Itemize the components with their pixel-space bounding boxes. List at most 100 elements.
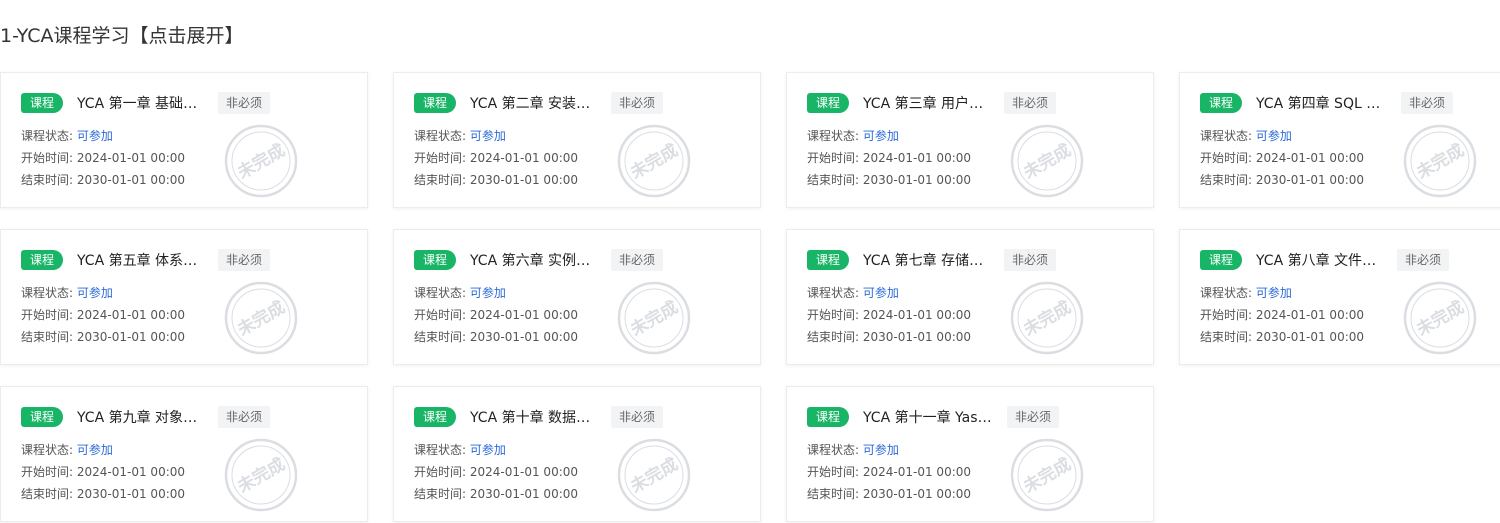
course-status-label: 课程状态: bbox=[807, 443, 860, 457]
course-end-row: 结束时间: 2030-01-01 00:00 bbox=[807, 329, 971, 345]
course-status-row: 课程状态: 可参加 bbox=[21, 128, 113, 144]
course-start-label: 开始时间: bbox=[414, 308, 467, 322]
course-start-row: 开始时间: 2024-01-01 00:00 bbox=[1200, 307, 1364, 323]
course-card-1[interactable]: 课程 YCA 第一章 基础介绍 非必须 课程状态: 可参加 开始时间: 2024… bbox=[0, 72, 368, 208]
incomplete-stamp-icon: 未完成 bbox=[1010, 438, 1084, 512]
course-title[interactable]: YCA 第九章 对象管理 bbox=[77, 407, 208, 427]
course-end-label: 结束时间: bbox=[807, 173, 860, 187]
optional-tag: 非必须 bbox=[1007, 406, 1060, 428]
course-title[interactable]: YCA 第二章 安装部署 bbox=[470, 93, 601, 113]
stamp-text: 未完成 bbox=[626, 140, 682, 184]
stamp-text: 未完成 bbox=[1019, 297, 1075, 341]
course-start-value: 2024-01-01 00:00 bbox=[862, 308, 972, 322]
course-status-row: 课程状态: 可参加 bbox=[1200, 128, 1292, 144]
course-card-2[interactable]: 课程 YCA 第二章 安装部署 非必须 课程状态: 可参加 开始时间: 2024… bbox=[393, 72, 761, 208]
optional-tag: 非必须 bbox=[218, 406, 271, 428]
course-status-value: 可参加 bbox=[469, 129, 506, 143]
course-end-label: 结束时间: bbox=[21, 487, 74, 501]
optional-tag: 非必须 bbox=[218, 92, 271, 114]
stamp-text: 未完成 bbox=[1412, 297, 1468, 341]
course-end-row: 结束时间: 2030-01-01 00:00 bbox=[414, 486, 578, 502]
course-status-row: 课程状态: 可参加 bbox=[807, 442, 899, 458]
course-start-row: 开始时间: 2024-01-01 00:00 bbox=[807, 307, 971, 323]
course-status-label: 课程状态: bbox=[21, 129, 74, 143]
stamp-text: 未完成 bbox=[1019, 140, 1075, 184]
course-card-header: 课程 YCA 第二章 安装部署 非必须 bbox=[414, 92, 664, 114]
course-end-value: 2030-01-01 00:00 bbox=[862, 330, 972, 344]
course-end-value: 2030-01-01 00:00 bbox=[76, 173, 186, 187]
course-start-label: 开始时间: bbox=[21, 151, 74, 165]
course-status-label: 课程状态: bbox=[414, 443, 467, 457]
course-card-3[interactable]: 课程 YCA 第三章 用户管理 非必须 课程状态: 可参加 开始时间: 2024… bbox=[786, 72, 1154, 208]
course-start-row: 开始时间: 2024-01-01 00:00 bbox=[414, 307, 578, 323]
course-status-value: 可参加 bbox=[862, 286, 899, 300]
course-title[interactable]: YCA 第六章 实例管理 bbox=[470, 250, 601, 270]
course-type-tag: 课程 bbox=[1200, 250, 1243, 270]
course-end-row: 结束时间: 2030-01-01 00:00 bbox=[21, 329, 185, 345]
course-card-10[interactable]: 课程 YCA 第十章 数据字… 非必须 课程状态: 可参加 开始时间: 2024… bbox=[393, 386, 761, 522]
course-end-row: 结束时间: 2030-01-01 00:00 bbox=[807, 172, 971, 188]
course-status-label: 课程状态: bbox=[21, 286, 74, 300]
course-start-value: 2024-01-01 00:00 bbox=[469, 308, 579, 322]
incomplete-stamp-icon: 未完成 bbox=[1010, 124, 1084, 198]
course-start-value: 2024-01-01 00:00 bbox=[76, 151, 186, 165]
course-type-tag: 课程 bbox=[414, 407, 457, 427]
stamp-text: 未完成 bbox=[233, 140, 289, 184]
course-title[interactable]: YCA 第四章 SQL 语… bbox=[1256, 93, 1391, 113]
course-title[interactable]: YCA 第三章 用户管理 bbox=[863, 93, 994, 113]
course-type-tag: 课程 bbox=[21, 250, 64, 270]
stamp-text: 未完成 bbox=[626, 454, 682, 498]
incomplete-stamp-icon: 未完成 bbox=[617, 281, 691, 355]
course-start-value: 2024-01-01 00:00 bbox=[862, 151, 972, 165]
stamp-text: 未完成 bbox=[233, 297, 289, 341]
course-card-11[interactable]: 课程 YCA 第十一章 Yash… 非必须 课程状态: 可参加 开始时间: 20… bbox=[786, 386, 1154, 522]
course-end-row: 结束时间: 2030-01-01 00:00 bbox=[21, 172, 185, 188]
course-end-label: 结束时间: bbox=[21, 330, 74, 344]
course-status-label: 课程状态: bbox=[21, 443, 74, 457]
section-title-expand-toggle[interactable]: 1-YCA课程学习【点击展开】 bbox=[0, 24, 244, 48]
course-card-7[interactable]: 课程 YCA 第七章 存储管理 非必须 课程状态: 可参加 开始时间: 2024… bbox=[786, 229, 1154, 365]
optional-tag: 非必须 bbox=[611, 249, 664, 271]
course-start-label: 开始时间: bbox=[807, 465, 860, 479]
course-card-5[interactable]: 课程 YCA 第五章 体系结构 非必须 课程状态: 可参加 开始时间: 2024… bbox=[0, 229, 368, 365]
course-title[interactable]: YCA 第一章 基础介绍 bbox=[77, 93, 208, 113]
course-title[interactable]: YCA 第八章 文件管理 bbox=[1256, 250, 1387, 270]
optional-tag: 非必须 bbox=[218, 249, 271, 271]
course-end-label: 结束时间: bbox=[807, 487, 860, 501]
course-end-value: 2030-01-01 00:00 bbox=[862, 173, 972, 187]
course-card-header: 课程 YCA 第十章 数据字… 非必须 bbox=[414, 406, 664, 428]
course-card-8[interactable]: 课程 YCA 第八章 文件管理 非必须 课程状态: 可参加 开始时间: 2024… bbox=[1179, 229, 1500, 365]
optional-tag: 非必须 bbox=[1004, 92, 1057, 114]
course-card-header: 课程 YCA 第五章 体系结构 非必须 bbox=[21, 249, 271, 271]
course-title[interactable]: YCA 第七章 存储管理 bbox=[863, 250, 994, 270]
course-status-row: 课程状态: 可参加 bbox=[414, 285, 506, 301]
course-status-label: 课程状态: bbox=[414, 286, 467, 300]
course-start-value: 2024-01-01 00:00 bbox=[469, 465, 579, 479]
course-status-label: 课程状态: bbox=[1200, 129, 1253, 143]
incomplete-stamp-icon: 未完成 bbox=[617, 124, 691, 198]
course-start-label: 开始时间: bbox=[807, 308, 860, 322]
course-title[interactable]: YCA 第十章 数据字… bbox=[470, 407, 601, 427]
course-start-row: 开始时间: 2024-01-01 00:00 bbox=[807, 150, 971, 166]
course-start-label: 开始时间: bbox=[21, 308, 74, 322]
course-card-4[interactable]: 课程 YCA 第四章 SQL 语… 非必须 课程状态: 可参加 开始时间: 20… bbox=[1179, 72, 1500, 208]
course-status-value: 可参加 bbox=[1255, 286, 1292, 300]
course-status-row: 课程状态: 可参加 bbox=[414, 128, 506, 144]
course-start-row: 开始时间: 2024-01-01 00:00 bbox=[807, 464, 971, 480]
course-end-value: 2030-01-01 00:00 bbox=[76, 487, 186, 501]
course-start-label: 开始时间: bbox=[1200, 308, 1253, 322]
optional-tag: 非必须 bbox=[611, 92, 664, 114]
course-end-value: 2030-01-01 00:00 bbox=[862, 487, 972, 501]
optional-tag: 非必须 bbox=[1004, 249, 1057, 271]
course-start-label: 开始时间: bbox=[1200, 151, 1253, 165]
course-title[interactable]: YCA 第五章 体系结构 bbox=[77, 250, 208, 270]
course-title[interactable]: YCA 第十一章 Yash… bbox=[863, 407, 997, 427]
course-start-label: 开始时间: bbox=[807, 151, 860, 165]
stamp-text: 未完成 bbox=[626, 297, 682, 341]
course-end-label: 结束时间: bbox=[1200, 173, 1253, 187]
course-card-6[interactable]: 课程 YCA 第六章 实例管理 非必须 课程状态: 可参加 开始时间: 2024… bbox=[393, 229, 761, 365]
course-status-value: 可参加 bbox=[1255, 129, 1292, 143]
course-status-row: 课程状态: 可参加 bbox=[1200, 285, 1292, 301]
incomplete-stamp-icon: 未完成 bbox=[1403, 281, 1477, 355]
course-card-9[interactable]: 课程 YCA 第九章 对象管理 非必须 课程状态: 可参加 开始时间: 2024… bbox=[0, 386, 368, 522]
